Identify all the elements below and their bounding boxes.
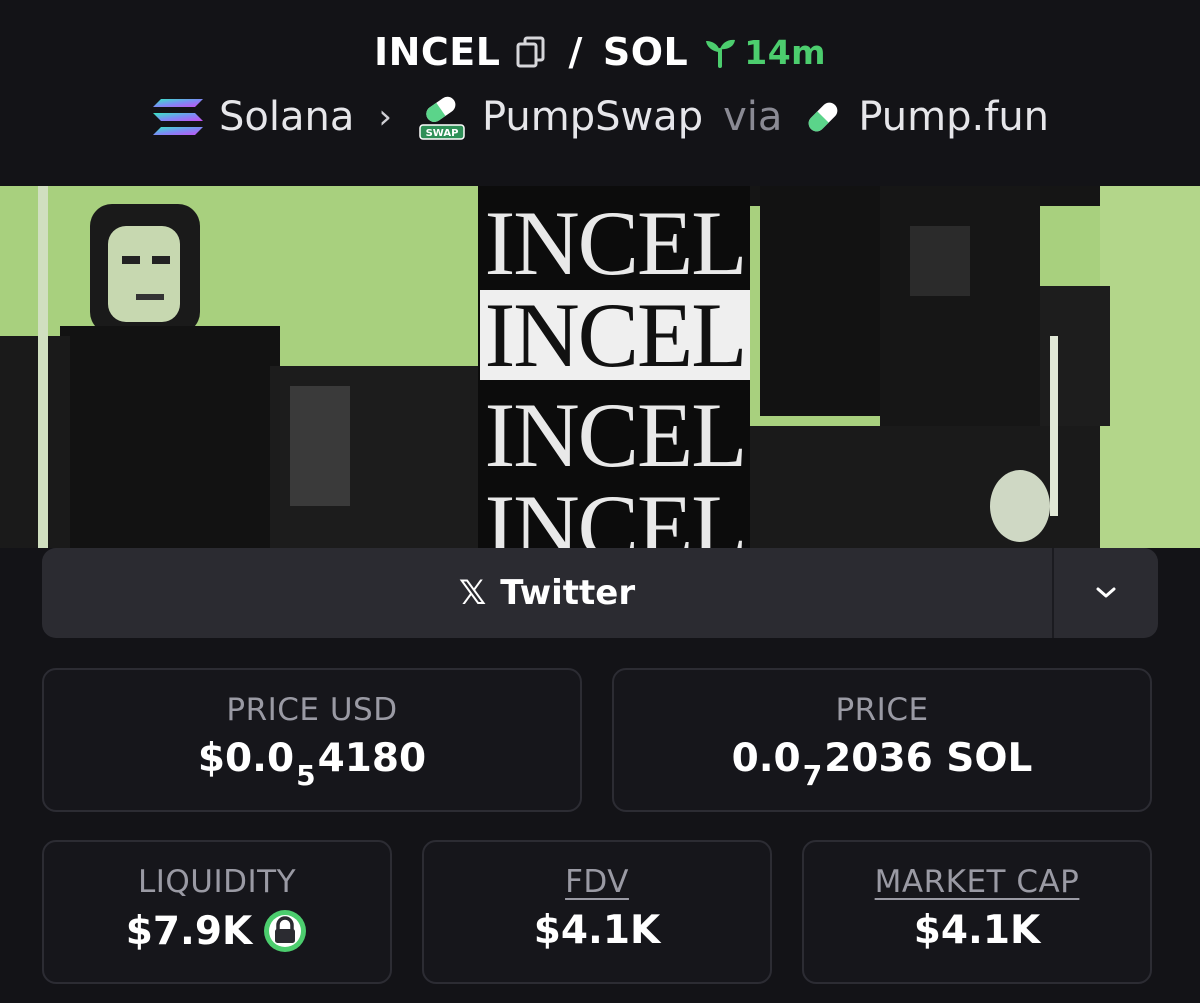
solana-logo — [152, 99, 203, 135]
banner-word: INCEL — [480, 289, 750, 381]
sprout-icon — [706, 39, 736, 68]
twitter-button[interactable]: 𝕏 Twitter — [42, 548, 1052, 638]
fdv-label[interactable]: FDV — [565, 864, 629, 900]
price-native-card: PRICE 0.072036 SOL — [612, 668, 1152, 812]
x-icon: 𝕏 — [458, 573, 487, 613]
dex-name[interactable]: PumpSwap — [482, 94, 703, 140]
breadcrumb: Solana › SWAP PumpSwap via Pump.fun — [0, 88, 1200, 146]
fdv-card: FDV $4.1K — [422, 840, 772, 984]
zero-count: 7 — [802, 759, 823, 792]
via-label: via — [723, 94, 783, 140]
pill-icon — [809, 102, 838, 132]
liquidity-value: $7.9K — [126, 908, 308, 954]
pair-title: INCEL / SOL 14m — [0, 24, 1200, 80]
chain-name[interactable]: Solana — [219, 94, 354, 140]
fdv-value: $4.1K — [533, 908, 661, 953]
social-links-bar: 𝕏 Twitter — [42, 548, 1158, 638]
token-banner-image: INCEL INCEL INCEL INCEL — [0, 186, 1200, 548]
chevron-down-icon — [1096, 587, 1116, 598]
quote-symbol: SOL — [602, 30, 689, 74]
lock-icon[interactable] — [262, 908, 308, 954]
pair-header: INCEL / SOL 14m Solana › SWAP PumpSwap v… — [0, 0, 1200, 186]
market-cap-label[interactable]: MARKET CAP — [875, 864, 1080, 900]
banner-word: INCEL — [484, 192, 748, 294]
copy-icon[interactable] — [514, 35, 548, 69]
price-native-value: 0.072036 SOL — [731, 736, 1033, 792]
launchpad-name[interactable]: Pump.fun — [858, 94, 1049, 140]
zero-count: 5 — [296, 759, 316, 792]
twitter-label: Twitter — [500, 573, 636, 613]
pumpswap-logo: SWAP — [419, 96, 465, 140]
swap-badge-text: SWAP — [426, 128, 459, 139]
price-native-label: PRICE — [835, 692, 929, 728]
price-usd-label: PRICE USD — [226, 692, 398, 728]
breadcrumb-chevron: › — [378, 97, 392, 137]
pair-separator: / — [568, 30, 583, 74]
pair-age: 14m — [702, 33, 826, 72]
price-usd-value: $0.054180 — [197, 736, 427, 792]
price-usd-card: PRICE USD $0.054180 — [42, 668, 582, 812]
liquidity-label: LIQUIDITY — [137, 864, 297, 900]
liquidity-card: LIQUIDITY $7.9K — [42, 840, 392, 984]
market-cap-value: $4.1K — [913, 908, 1041, 953]
banner-word: INCEL — [484, 384, 748, 486]
token-symbol[interactable]: INCEL — [374, 30, 501, 74]
pair-age-value: 14m — [744, 32, 827, 72]
market-cap-card: MARKET CAP $4.1K — [802, 840, 1152, 984]
banner-word: INCEL — [484, 476, 748, 548]
more-links-button[interactable] — [1054, 548, 1158, 638]
